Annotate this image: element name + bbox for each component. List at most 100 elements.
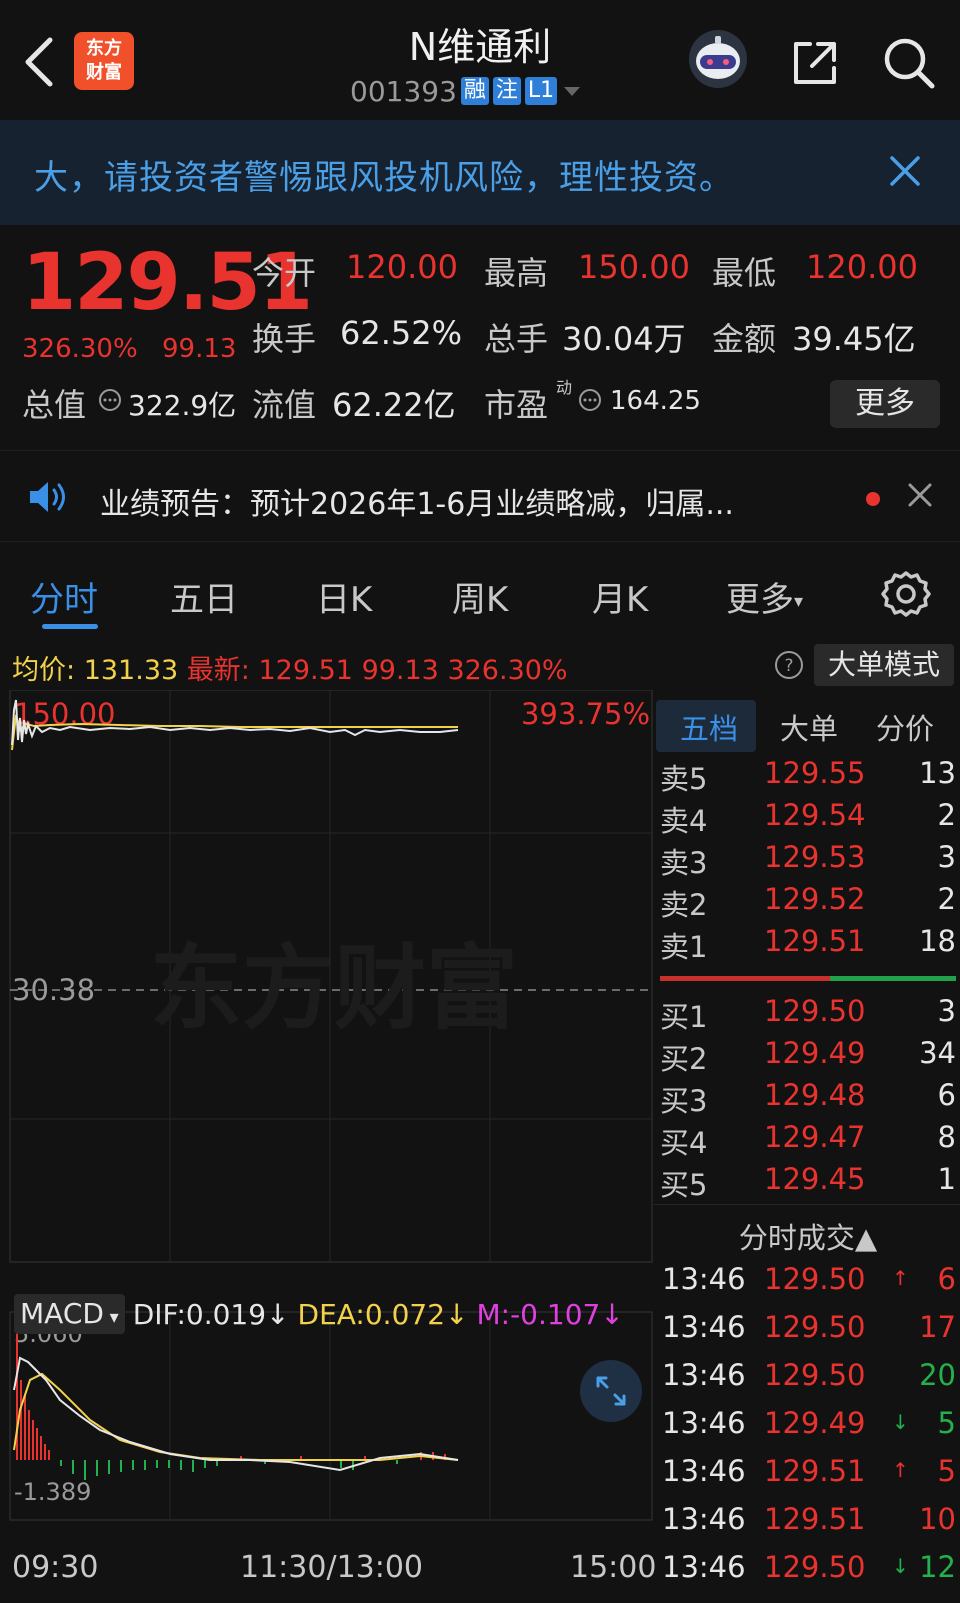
help-icon[interactable]: ? <box>774 650 804 680</box>
search-icon[interactable] <box>880 34 938 92</box>
macd-bar <box>40 1436 42 1460</box>
unread-dot <box>866 492 880 506</box>
float-value-label: 流值 <box>252 386 317 424</box>
info-circle-icon[interactable] <box>98 388 122 412</box>
x-axis-label-midday: 11:30/13:00 <box>240 1550 424 1585</box>
macd-bar <box>84 1460 86 1480</box>
trade-row: 13:46 129.51 10 <box>662 1502 958 1548</box>
level-volume: 13 <box>919 756 956 790</box>
gear-icon[interactable] <box>880 568 932 620</box>
trade-row: 13:46 129.50 ↑ 6 <box>662 1262 958 1308</box>
trades-divider <box>654 1204 960 1205</box>
macd-name: MACD <box>20 1297 104 1330</box>
top-bar: 东方 财富 N维通利 001393 融 注 L1 <box>0 0 960 120</box>
tab-five-day[interactable]: 五日 <box>170 572 238 621</box>
macd-dea: DEA:0.072↓ <box>297 1297 469 1331</box>
level-price: 129.54 <box>764 798 866 832</box>
macd-bar <box>48 1450 50 1460</box>
trade-volume: 6 <box>937 1262 956 1296</box>
buy-level-2: 买2 129.49 34 <box>660 1036 956 1078</box>
tab-weekly-k[interactable]: 周K <box>452 572 508 621</box>
stock-code-row[interactable]: 001393 融 注 L1 <box>350 74 583 108</box>
trade-time: 13:46 <box>662 1406 746 1440</box>
trade-time: 13:46 <box>662 1310 746 1344</box>
speaker-icon <box>30 482 65 512</box>
sell-level-4: 卖4 129.54 2 <box>660 798 956 840</box>
level-price: 129.52 <box>764 882 866 916</box>
level-label: 买3 <box>660 1084 708 1118</box>
level-price: 129.51 <box>764 924 866 958</box>
level-label: 买5 <box>660 1168 708 1202</box>
amount-value: 39.45亿 <box>792 320 916 358</box>
banner-close-icon[interactable] <box>888 154 922 188</box>
macd-dif: DIF:0.019↓ <box>132 1297 290 1331</box>
trade-arrow-up-icon: ↑ <box>892 1458 909 1482</box>
announcement-bar[interactable]: 业绩预告：预计2026年1-6月业绩略减，归属... <box>0 450 960 542</box>
x-axis-label-close: 15:00 <box>570 1550 657 1585</box>
volume-label: 总手 <box>484 320 549 358</box>
tab-intraday[interactable]: 分时 <box>30 572 98 621</box>
chevron-down-icon: ▾ <box>103 1307 119 1328</box>
level-label: 买2 <box>660 1042 708 1076</box>
sell-level-3: 卖3 129.53 3 <box>660 840 956 882</box>
amount-label: 金额 <box>712 320 777 358</box>
trade-price: 129.51 <box>764 1454 866 1488</box>
announcement-close-icon[interactable] <box>906 481 934 509</box>
big-order-mode-button[interactable]: 大单模式 <box>814 644 954 686</box>
macd-bar <box>168 1460 170 1468</box>
level-price: 129.45 <box>764 1162 866 1196</box>
buy-level-5: 买5 129.45 1 <box>660 1162 956 1204</box>
tab-more[interactable]: 更多▾ <box>726 572 803 621</box>
float-value: 62.22亿 <box>332 386 456 424</box>
trade-volume: 17 <box>919 1310 956 1344</box>
trade-time: 13:46 <box>662 1454 746 1488</box>
tab-five-levels[interactable]: 五档 <box>680 706 738 748</box>
tab-monthly-k[interactable]: 月K <box>592 572 648 621</box>
robot-assistant-icon[interactable] <box>686 28 750 90</box>
more-quote-button[interactable]: 更多 <box>830 380 940 428</box>
trade-price: 129.51 <box>764 1502 866 1536</box>
macd-bar <box>24 1395 26 1460</box>
level-price: 129.53 <box>764 840 866 874</box>
volume-value: 30.04万 <box>562 320 686 358</box>
chart-mid-price: 30.38 <box>12 973 95 1007</box>
trade-time: 13:46 <box>662 1502 746 1536</box>
pe-info-icon[interactable] <box>578 388 602 412</box>
macd-bar <box>144 1460 146 1470</box>
macd-bar <box>20 1380 22 1460</box>
level-label: 卖3 <box>660 846 708 880</box>
tab-big-orders[interactable]: 大单 <box>780 706 838 748</box>
level-price: 129.49 <box>764 1036 866 1070</box>
trade-volume: 5 <box>937 1454 956 1488</box>
buy-level-4: 买4 129.47 8 <box>660 1120 956 1162</box>
level-label: 卖2 <box>660 888 708 922</box>
expand-chart-icon[interactable] <box>580 1360 642 1422</box>
margin-tag: 融 <box>460 77 489 105</box>
intraday-chart[interactable]: 东方财富 150.00 393.75% 30.38 5.060 -1.389 <box>0 690 654 1550</box>
svg-text:?: ? <box>784 656 793 676</box>
level-price: 129.55 <box>764 756 866 790</box>
tab-daily-k[interactable]: 日K <box>316 572 372 621</box>
announcement-text: 业绩预告：预计2026年1-6月业绩略减，归属... <box>100 487 734 522</box>
turnover-value: 62.52% <box>340 314 463 352</box>
trade-time: 13:46 <box>662 1550 746 1584</box>
sell-ratio-bar <box>660 976 830 981</box>
macd-selector[interactable]: MACD ▾ <box>14 1294 125 1334</box>
tab-price-distribution[interactable]: 分价 <box>876 706 934 748</box>
level-price: 129.48 <box>764 1078 866 1112</box>
low-label: 最低 <box>712 254 777 292</box>
share-icon[interactable] <box>788 36 842 90</box>
trades-title[interactable]: 分时成交▲ <box>660 1215 956 1257</box>
pe-dynamic-sup: 动 <box>556 378 573 397</box>
macd-m: M:-0.107↓ <box>476 1297 624 1331</box>
chart-watermark: 东方财富 <box>150 935 518 1042</box>
macd-bar <box>60 1460 62 1466</box>
order-book-tabs: 五档 大单 分价 <box>656 700 956 752</box>
chevron-down-icon: ▾ <box>794 591 804 612</box>
trade-time: 13:46 <box>662 1358 746 1392</box>
level-price: 129.50 <box>764 994 866 1028</box>
level-label: 买4 <box>660 1126 708 1160</box>
trade-arrow-up-icon: ↑ <box>892 1266 909 1290</box>
macd-bar <box>72 1460 74 1474</box>
buy-level-1: 买1 129.50 3 <box>660 994 956 1036</box>
